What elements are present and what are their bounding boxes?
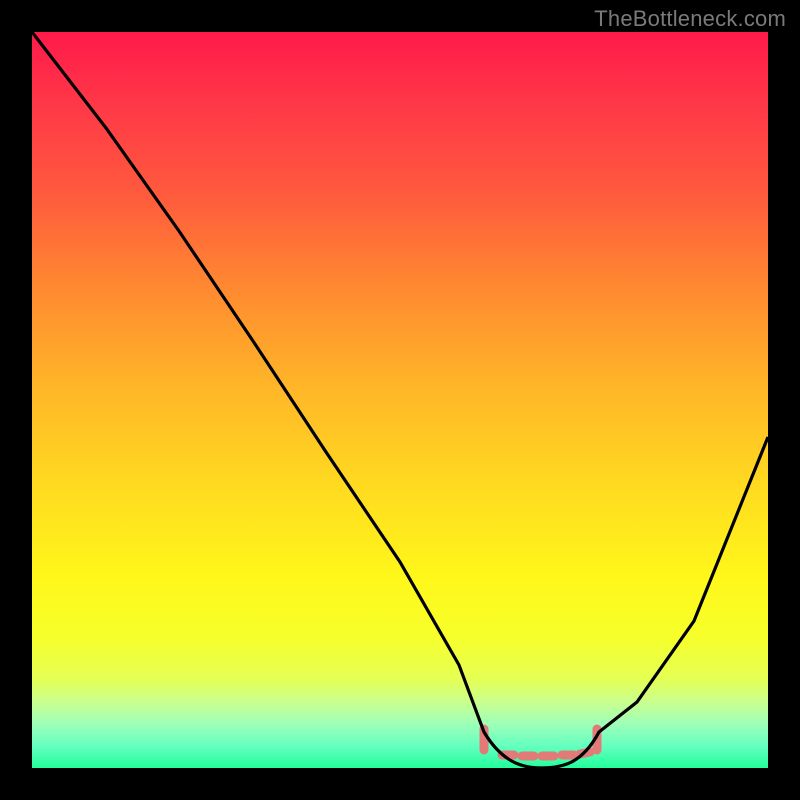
chart-frame: TheBottleneck.com <box>0 0 800 800</box>
plot-area <box>32 32 768 768</box>
watermark-text: TheBottleneck.com <box>594 6 786 32</box>
bottleneck-curve <box>32 32 768 768</box>
chart-svg <box>32 32 768 768</box>
